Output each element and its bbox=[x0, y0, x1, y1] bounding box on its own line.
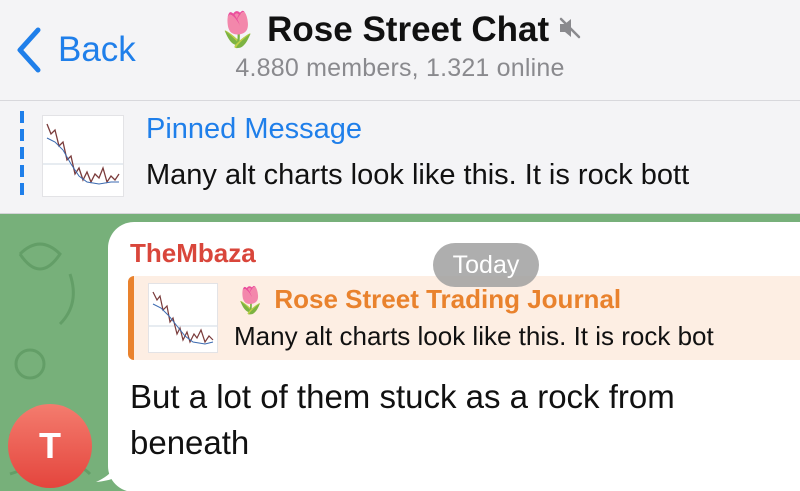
avatar[interactable]: T bbox=[8, 404, 92, 488]
reply-channel-name: Rose Street Trading Journal bbox=[274, 284, 622, 314]
reply-quote[interactable]: 🌷 Rose Street Trading Journal Many alt c… bbox=[128, 276, 800, 360]
speaker-muted-icon bbox=[557, 10, 583, 50]
message-text: But a lot of them stuck as a rock from b… bbox=[130, 378, 675, 461]
pinned-chart-thumbnail bbox=[42, 115, 124, 197]
chat-title-area[interactable]: 🌷 Rose Street Chat 4.880 members, 1.321 … bbox=[0, 10, 800, 83]
tulip-emoji: 🌷 bbox=[234, 284, 267, 315]
pinned-title: Pinned Message bbox=[146, 113, 363, 145]
chat-header: Back 🌷 Rose Street Chat 4.880 members, 1… bbox=[0, 0, 800, 101]
reply-channel-title: 🌷 Rose Street Trading Journal bbox=[234, 284, 621, 315]
pinned-message-bar[interactable]: Pinned Message Many alt charts look like… bbox=[0, 101, 800, 214]
reply-chart-thumbnail bbox=[148, 283, 218, 353]
pinned-text: Many alt charts look like this. It is ro… bbox=[146, 159, 690, 191]
sender-name[interactable]: TheMbaza bbox=[130, 238, 256, 269]
chat-title: Rose Street Chat bbox=[267, 10, 550, 49]
chat-area[interactable]: TheMbaza 🌷 Rose Street Trading Journal M… bbox=[0, 214, 800, 491]
tulip-emoji: 🌷 bbox=[216, 11, 260, 49]
member-count: 4.880 members, 1.321 online bbox=[235, 54, 565, 82]
pinned-indicator bbox=[20, 111, 24, 197]
date-separator: Today bbox=[433, 243, 539, 287]
reply-preview-text: Many alt charts look like this. It is ro… bbox=[234, 321, 714, 351]
